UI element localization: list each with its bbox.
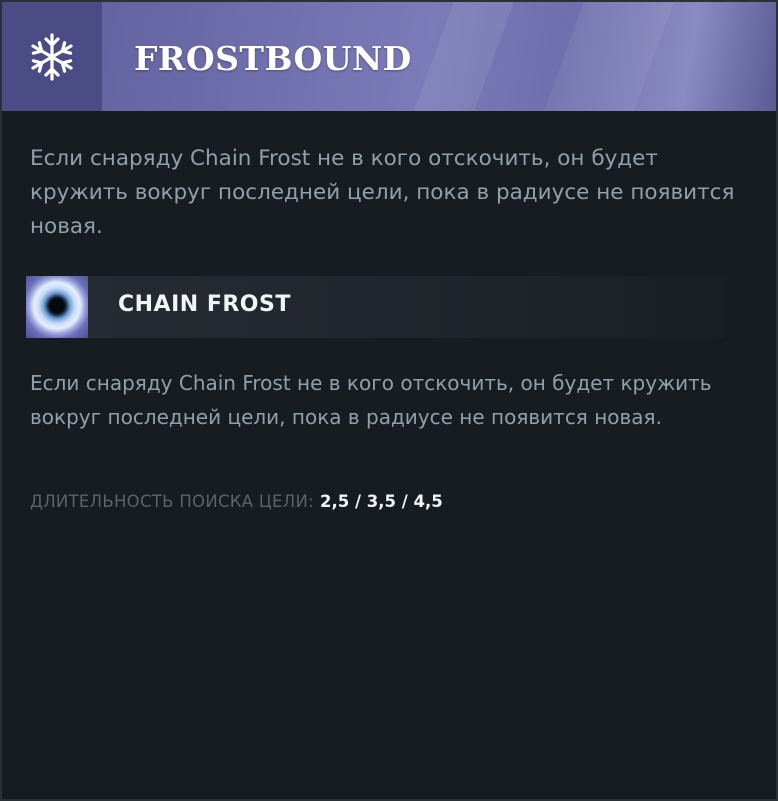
stat-value: 2,5 / 3,5 / 4,5 <box>319 492 443 511</box>
ability-description: Если снаряду Chain Frost не в кого отско… <box>30 371 712 429</box>
ability-stat: ДЛИТЕЛЬНОСТЬ ПОИСКА ЦЕЛИ: 2,5 / 3,5 / 4,5 <box>30 492 443 511</box>
ability-header: CHAIN FROST <box>26 276 726 338</box>
talent-header: FROSTBOUND <box>2 2 776 111</box>
snowflake-icon <box>31 32 73 81</box>
talent-description: Если снаряду Chain Frost не в кого отско… <box>30 146 735 239</box>
talent-icon-box <box>2 2 102 111</box>
stat-label: ДЛИТЕЛЬНОСТЬ ПОИСКА ЦЕЛИ: <box>30 492 314 511</box>
chain-frost-icon <box>26 276 88 338</box>
talent-title: FROSTBOUND <box>134 39 412 78</box>
tooltip-panel: FROSTBOUND Если снаряду Chain Frost не в… <box>0 0 778 801</box>
ability-title: CHAIN FROST <box>118 292 291 317</box>
